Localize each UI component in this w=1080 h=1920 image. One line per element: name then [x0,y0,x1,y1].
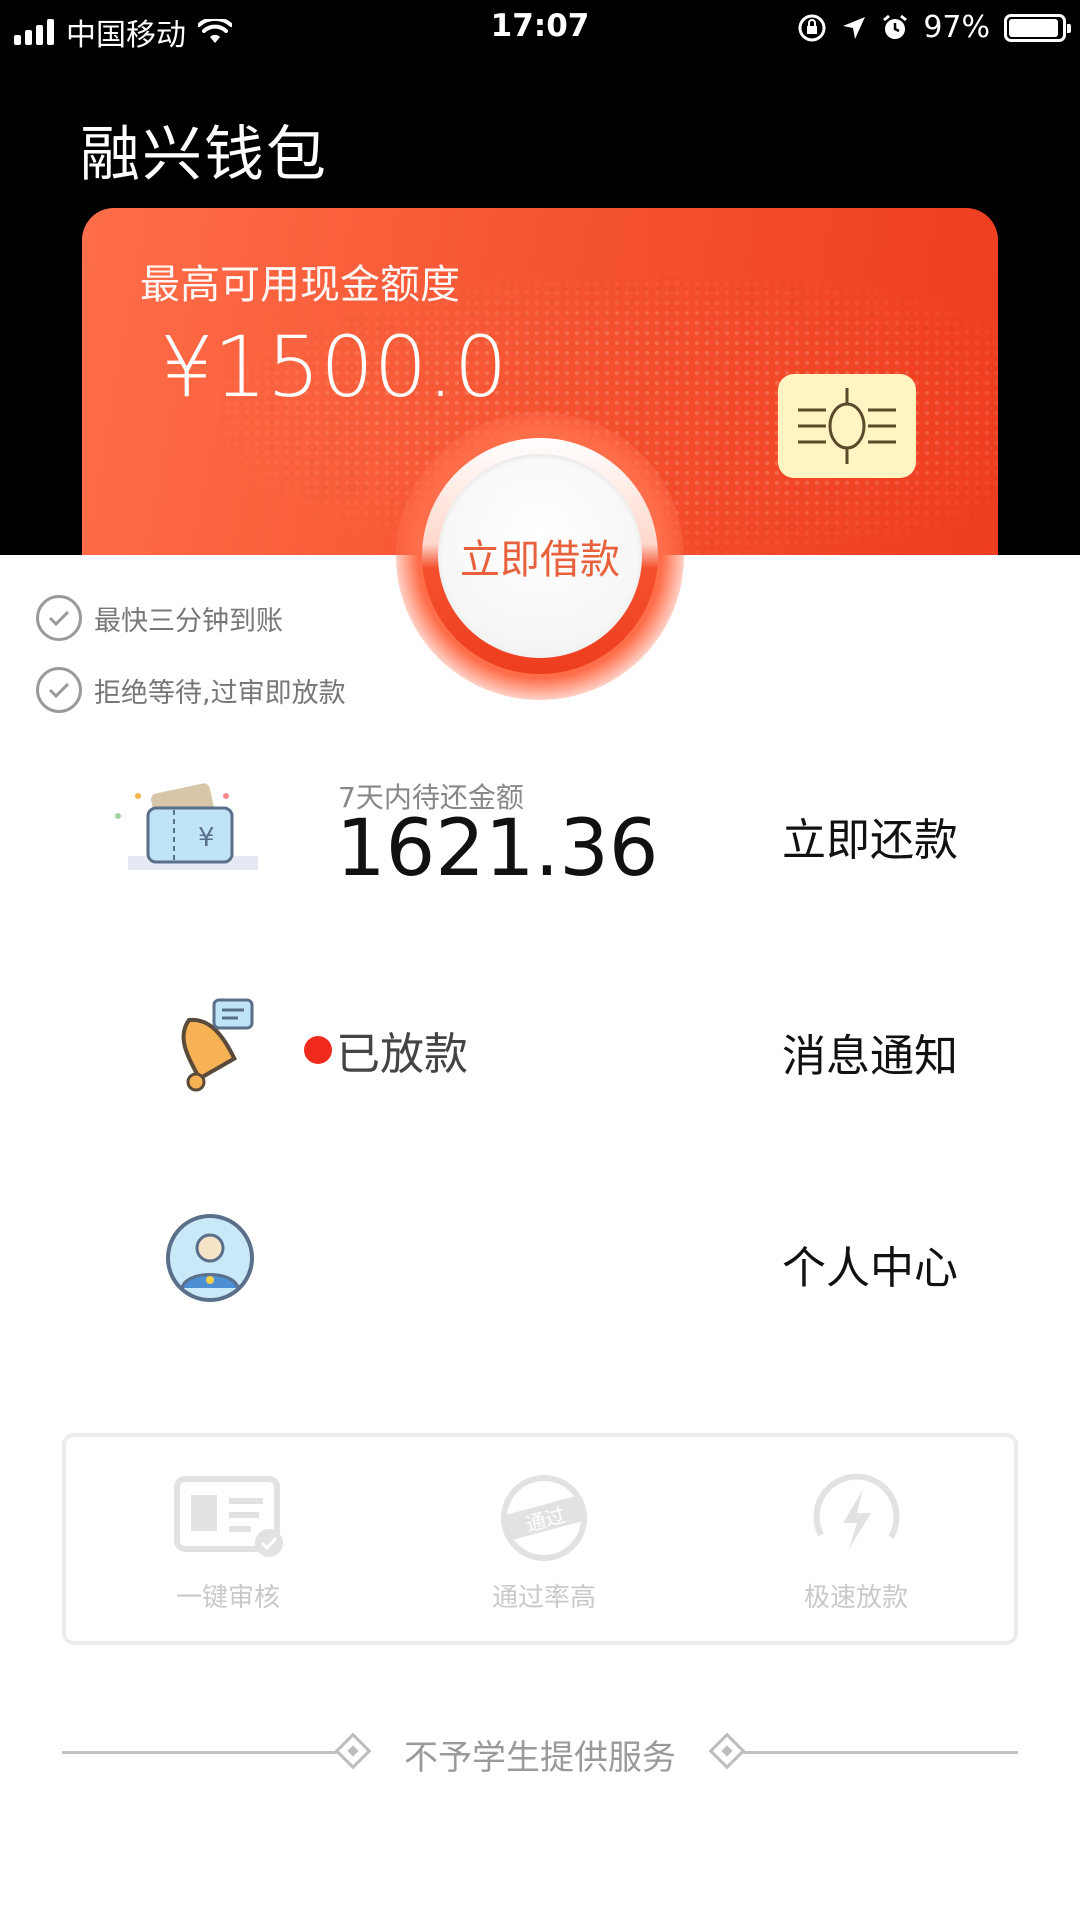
profile-row[interactable]: 个人中心 [0,1192,1080,1332]
feature-panel: 一键审核 通过 通过率高 极速放款 [62,1433,1018,1645]
notice-row[interactable]: 已放款 消息通知 [0,978,1080,1118]
repay-amount: 1621.36 [336,804,659,894]
wallet-ticket-icon: ¥ [108,776,268,890]
feature-item: 通过 通过率高 [444,1473,644,1614]
bell-icon [160,996,260,1100]
feature-label: 一键审核 [175,1583,280,1613]
battery-percent: 97% [923,10,990,45]
footer-text: 不予学生提供服务 [404,1738,676,1778]
card-chip-icon [778,374,916,478]
borrow-button[interactable]: 立即借款 [438,454,642,658]
approved-stamp-icon: 通过 [501,1475,587,1561]
loan-status-text: 已放款 [336,1029,468,1080]
status-right: 97% [797,10,1071,45]
check-item: 最快三分钟到账 [36,582,346,654]
unread-dot [304,1036,332,1064]
location-icon [843,16,866,39]
alarm-icon [883,14,908,39]
check-item-label: 拒绝等待,过审即放款 [94,677,346,709]
check-item: 拒绝等待,过审即放款 [36,654,346,726]
lightning-icon [813,1473,900,1549]
feature-item: 极速放款 [756,1473,956,1614]
loan-status: 已放款 [304,1018,468,1082]
page-title: 融兴钱包 [80,120,328,190]
feature-label: 极速放款 [803,1583,908,1613]
borrow-button-halo[interactable]: 立即借款 [396,412,684,700]
battery-icon [1004,13,1071,42]
check-icon [36,667,82,713]
id-card-check-icon [174,1476,283,1557]
rotation-lock-icon [798,14,826,41]
svg-text:¥: ¥ [198,823,215,853]
credit-limit-label: 最高可用现金额度 [140,262,460,308]
repay-row[interactable]: ¥ 7天内待还金额 1621.36 立即还款 [0,776,1080,916]
footer-notice: 不予学生提供服务 [62,1730,1018,1778]
personal-center-button[interactable]: 个人中心 [782,1232,958,1296]
feature-label: 通过率高 [491,1583,596,1613]
repay-now-button[interactable]: 立即还款 [782,804,958,868]
check-icon [36,595,82,641]
user-avatar-icon [164,1212,256,1308]
status-bar: 中国移动 17:07 97% [0,0,1080,56]
notifications-button[interactable]: 消息通知 [782,1020,958,1084]
check-item-label: 最快三分钟到账 [94,605,283,637]
approved-stamp-text: 通过 [523,1503,568,1537]
borrow-button-ring[interactable]: 立即借款 [422,438,658,674]
feature-item: 一键审核 [128,1473,328,1614]
feature-checklist: 最快三分钟到账 拒绝等待,过审即放款 [36,582,346,726]
credit-limit-amount: ¥1500.0 [160,318,508,416]
